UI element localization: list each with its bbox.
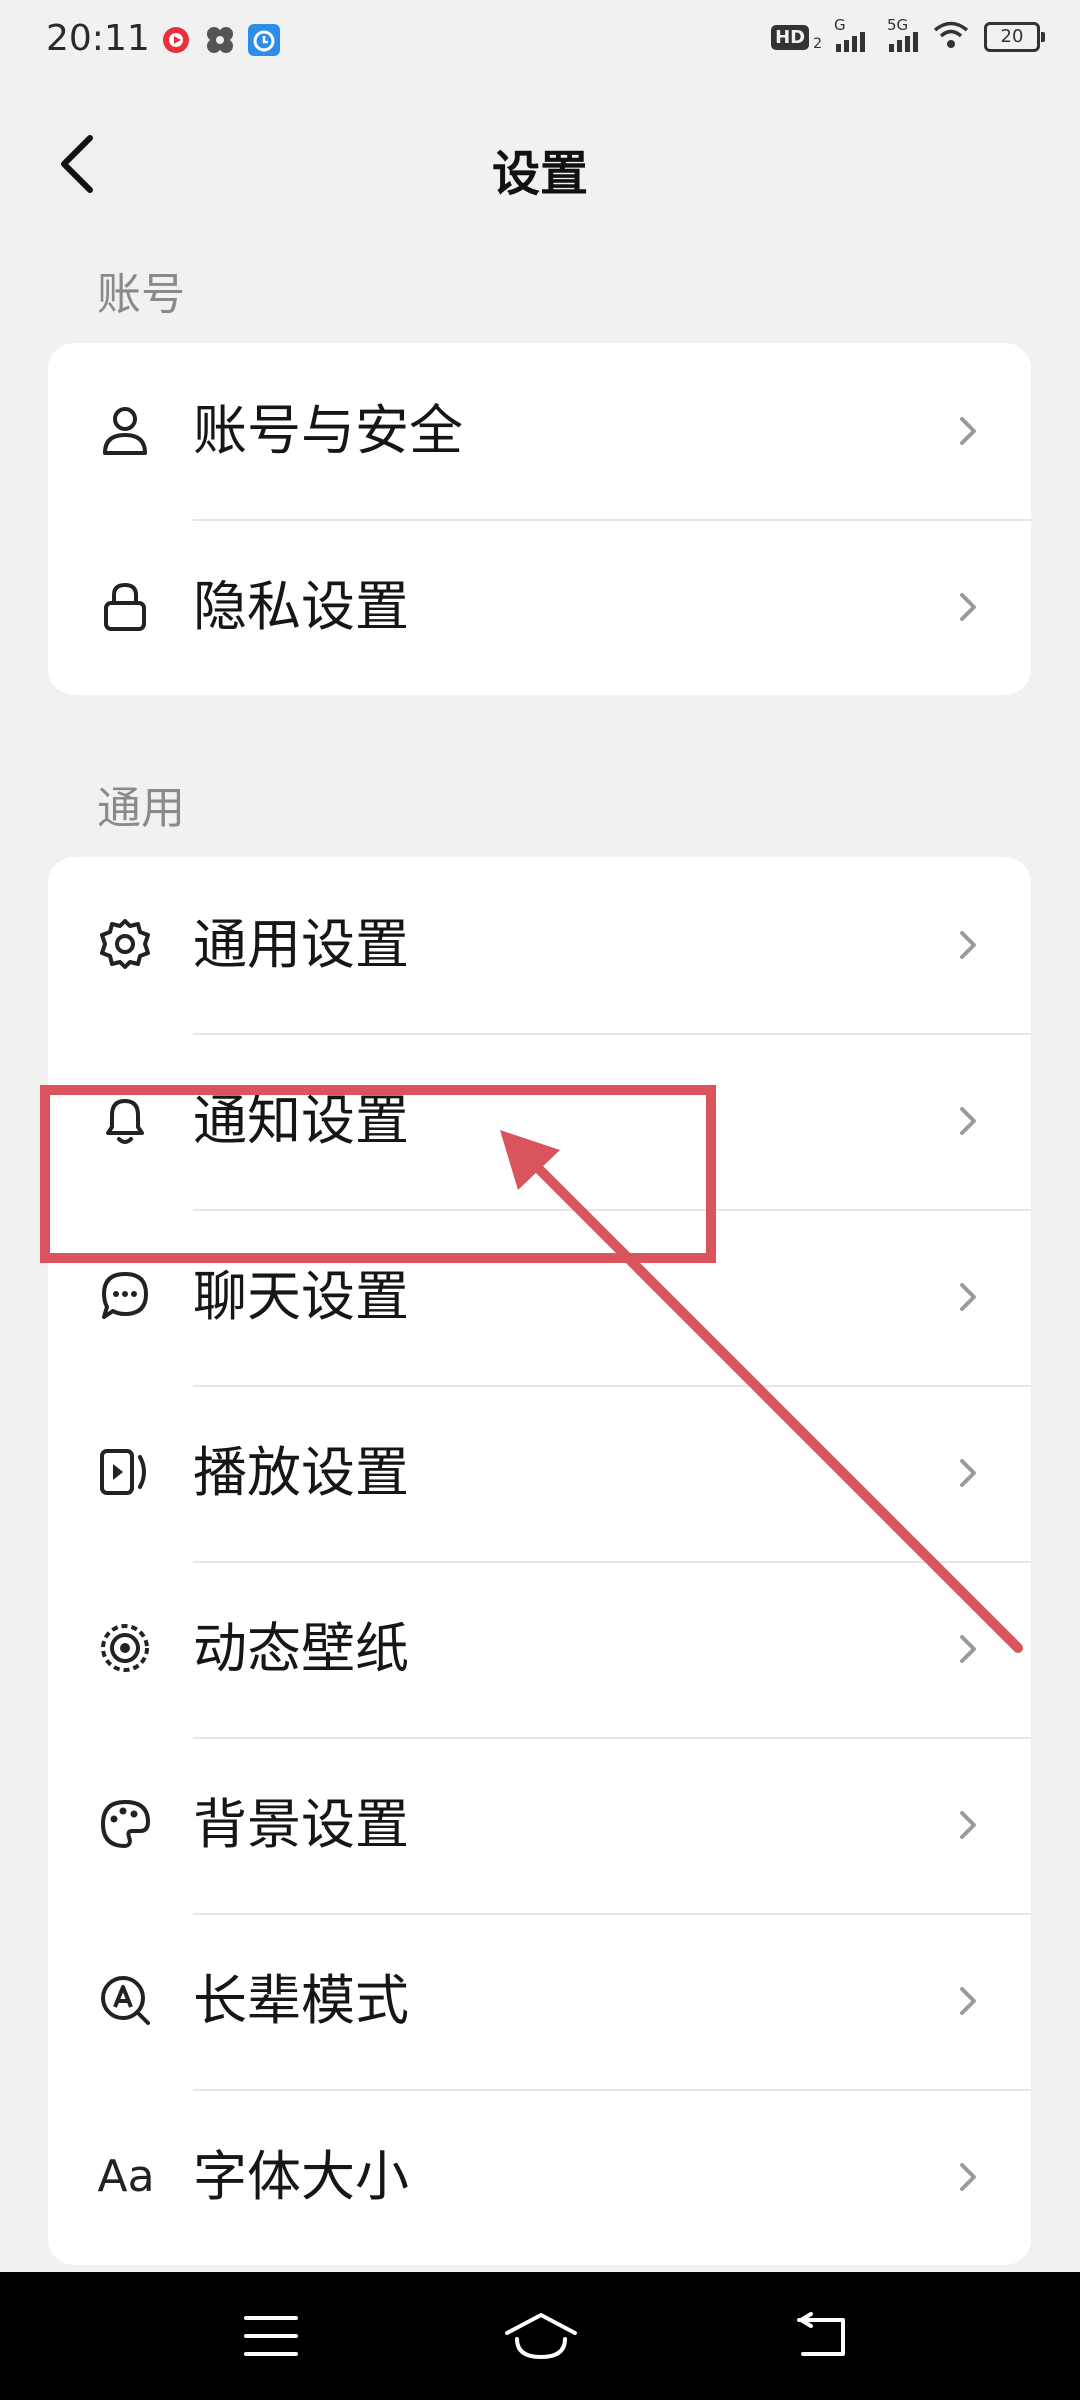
sim2-label: 5G <box>887 16 909 34</box>
battery-indicator: 20 <box>984 22 1045 52</box>
row-label: 隐私设置 <box>193 575 409 638</box>
row-label: 通用设置 <box>193 913 409 976</box>
hd-badge: HD <box>771 24 810 50</box>
header: 设置 <box>0 110 1080 220</box>
row-label: 字体大小 <box>193 2145 409 2208</box>
chevron-right-icon <box>960 1811 976 1839</box>
alarm-app-notification-icon <box>248 24 280 56</box>
palette-icon <box>98 1797 152 1851</box>
row-label: 播放设置 <box>193 1441 409 1504</box>
notification-icons <box>160 24 280 56</box>
row-label: 长辈模式 <box>193 1969 409 2032</box>
row-background-settings[interactable]: 背景设置 <box>48 1737 1031 1913</box>
video-app-notification-icon <box>160 24 192 56</box>
home-button[interactable] <box>496 2296 586 2376</box>
lock-icon <box>98 579 152 633</box>
chevron-right-icon <box>960 593 976 621</box>
wifi-icon <box>932 20 970 54</box>
chat-bubble-icon <box>98 1269 152 1323</box>
row-elder-mode[interactable]: 长辈模式 <box>48 1913 1031 2089</box>
menu-icon <box>244 2316 298 2356</box>
system-nav-bar <box>0 2272 1080 2400</box>
hd-sub-label: 2 <box>813 36 822 52</box>
general-card: 通用设置 通知设置 聊天设置 播放设置 动态壁纸 背景设置 长辈模式 Aa 字体… <box>48 857 1031 2265</box>
section-label-account: 账号 <box>97 269 185 320</box>
row-playback-settings[interactable]: 播放设置 <box>48 1385 1031 1561</box>
chevron-right-icon <box>960 1107 976 1135</box>
row-account-security[interactable]: 账号与安全 <box>48 343 1031 519</box>
signal-sim2-icon: 5G <box>887 16 918 52</box>
chevron-right-icon <box>960 1283 976 1311</box>
chevron-right-icon <box>960 417 976 445</box>
row-general-settings[interactable]: 通用设置 <box>48 857 1031 1033</box>
system-back-button[interactable] <box>778 2296 868 2376</box>
row-label: 动态壁纸 <box>193 1617 409 1680</box>
row-dynamic-wallpaper[interactable]: 动态壁纸 <box>48 1561 1031 1737</box>
chevron-right-icon <box>960 2163 976 2191</box>
row-font-size[interactable]: Aa 字体大小 <box>48 2089 1031 2265</box>
person-icon <box>98 403 152 457</box>
chevron-right-icon <box>960 931 976 959</box>
status-indicators: HD 2 G 5G 20 <box>771 16 1045 54</box>
font-size-icon: Aa <box>94 2149 158 2203</box>
section-label-general: 通用 <box>97 783 185 834</box>
sim1-label: G <box>834 16 846 34</box>
font-size-icon-text: Aa <box>97 2150 155 2202</box>
chevron-right-icon <box>960 1987 976 2015</box>
chevron-right-icon <box>960 1635 976 1663</box>
back-icon <box>797 2312 845 2356</box>
fan-app-notification-icon <box>204 24 236 56</box>
play-icon <box>98 1445 152 1499</box>
annotation-highlight-box <box>40 1085 716 1263</box>
dynamic-wallpaper-icon <box>98 1621 152 1675</box>
row-privacy[interactable]: 隐私设置 <box>48 519 1031 695</box>
row-label: 账号与安全 <box>193 399 463 462</box>
status-bar: 20:11 HD 2 G 5G 20 <box>0 0 1080 84</box>
page-title: 设置 <box>491 146 588 202</box>
status-time: 20:11 <box>46 18 150 59</box>
home-icon <box>505 2313 577 2360</box>
account-card: 账号与安全 隐私设置 <box>48 343 1031 695</box>
gear-icon <box>98 917 152 971</box>
row-label: 背景设置 <box>193 1793 409 1856</box>
signal-sim1-icon: G <box>834 16 865 52</box>
elder-mode-icon <box>98 1973 152 2027</box>
chevron-right-icon <box>960 1459 976 1487</box>
recent-apps-button[interactable] <box>226 2296 316 2376</box>
